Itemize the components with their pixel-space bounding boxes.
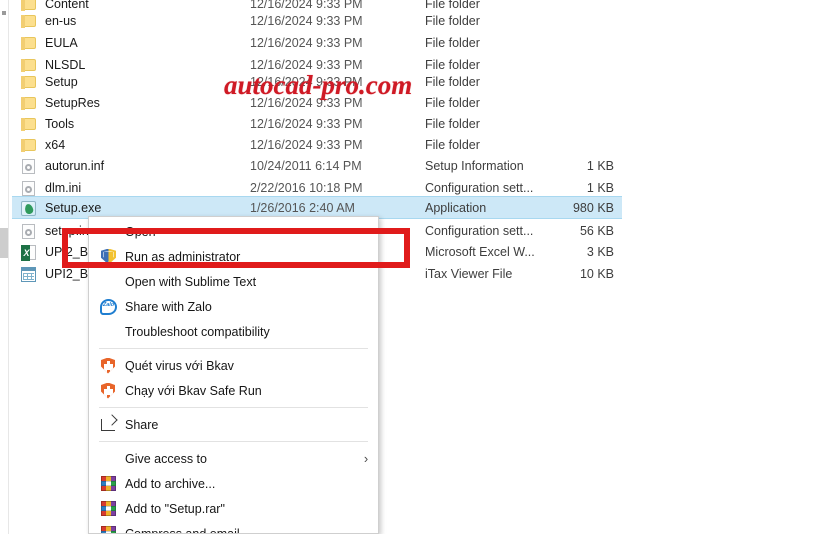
table-row[interactable]: SetupRes 12/16/2024 9:33 PM File folder bbox=[12, 91, 622, 114]
file-type: File folder bbox=[425, 74, 480, 89]
menu-item-quet-virus-voi-bkav[interactable]: Quét virus với Bkav bbox=[89, 353, 378, 378]
menu-item-share-with-zalo[interactable]: Share with Zalo bbox=[89, 294, 378, 319]
menu-item-label: Share with Zalo bbox=[125, 299, 212, 314]
menu-item-run-as-administrator[interactable]: Run as administrator bbox=[89, 244, 378, 269]
file-type: File folder bbox=[425, 13, 480, 28]
menu-item-label: Add to "Setup.rar" bbox=[125, 501, 225, 516]
file-type: Application bbox=[425, 200, 487, 215]
file-name: SetupRes bbox=[45, 95, 100, 110]
shield-icon bbox=[97, 248, 121, 266]
file-size: 3 KB bbox=[586, 244, 614, 259]
folder-icon bbox=[18, 12, 40, 30]
folder-icon bbox=[18, 94, 40, 112]
file-name: EULA bbox=[45, 35, 78, 50]
file-type: File folder bbox=[425, 116, 480, 131]
file-type: File folder bbox=[425, 137, 480, 152]
menu-separator bbox=[99, 407, 368, 408]
file-name: Tools bbox=[45, 116, 75, 131]
menu-item-open-with-sublime-text[interactable]: Open with Sublime Text bbox=[89, 269, 378, 294]
table-row[interactable]: Tools 12/16/2024 9:33 PM File folder bbox=[12, 112, 622, 135]
chevron-right-icon: › bbox=[363, 451, 369, 466]
menu-item-add-to-setup-rar[interactable]: Add to "Setup.rar" bbox=[89, 496, 378, 521]
no-icon bbox=[97, 223, 121, 241]
table-row[interactable]: autorun.inf 10/24/2011 6:14 PM Setup Inf… bbox=[12, 154, 622, 177]
file-size: 10 KB bbox=[579, 266, 614, 281]
file-date: 1/26/2016 2:40 AM bbox=[250, 200, 355, 215]
menu-item-label: Quét virus với Bkav bbox=[125, 358, 234, 373]
menu-item-label: Open with Sublime Text bbox=[125, 274, 257, 289]
scrollbar-thumb[interactable] bbox=[0, 228, 8, 258]
excel-file-icon bbox=[18, 243, 40, 261]
winrar-icon bbox=[97, 525, 121, 533]
menu-item-troubleshoot-compatibility[interactable]: Troubleshoot compatibility bbox=[89, 319, 378, 344]
file-date: 12/16/2024 9:33 PM bbox=[250, 74, 363, 89]
menu-item-label: Add to archive... bbox=[125, 476, 216, 491]
file-date: 12/16/2024 9:33 PM bbox=[250, 137, 363, 152]
file-type: Microsoft Excel W... bbox=[425, 244, 535, 259]
no-icon bbox=[97, 450, 121, 468]
context-menu[interactable]: Open Run as administrator Open with Subl… bbox=[88, 216, 379, 534]
file-size: 1 KB bbox=[586, 158, 614, 173]
inf-file-icon bbox=[18, 157, 40, 175]
file-name: autorun.inf bbox=[45, 158, 105, 173]
share-icon bbox=[97, 416, 121, 434]
table-row[interactable]: en-us 12/16/2024 9:33 PM File folder bbox=[12, 9, 622, 32]
table-row[interactable]: x64 12/16/2024 9:33 PM File folder bbox=[12, 133, 622, 156]
menu-item-label: Share bbox=[125, 417, 159, 432]
file-type: File folder bbox=[425, 35, 480, 50]
file-date: 2/22/2016 10:18 PM bbox=[250, 180, 363, 195]
file-name: Setup bbox=[45, 74, 78, 89]
file-size: 980 KB bbox=[572, 200, 614, 215]
zalo-icon bbox=[97, 298, 121, 316]
file-name: x64 bbox=[45, 137, 66, 152]
itax-file-icon bbox=[18, 265, 40, 283]
file-date: 12/16/2024 9:33 PM bbox=[250, 13, 363, 28]
ini-file-icon bbox=[18, 222, 40, 240]
file-name: dlm.ini bbox=[45, 180, 82, 195]
file-date: 12/16/2024 9:33 PM bbox=[250, 95, 363, 110]
file-type: Configuration sett... bbox=[425, 180, 534, 195]
file-name: Setup.exe bbox=[45, 200, 102, 215]
file-date: 12/16/2024 9:33 PM bbox=[250, 35, 363, 50]
menu-item-share[interactable]: Share bbox=[89, 412, 378, 437]
rail-tick-icon bbox=[2, 11, 6, 15]
file-type: Configuration sett... bbox=[425, 223, 534, 238]
folder-icon bbox=[18, 115, 40, 133]
file-date: 12/16/2024 9:33 PM bbox=[250, 116, 363, 131]
table-row[interactable]: EULA 12/16/2024 9:33 PM File folder bbox=[12, 31, 622, 54]
file-size: 56 KB bbox=[579, 223, 614, 238]
application-icon bbox=[18, 199, 40, 217]
bkav-icon bbox=[97, 382, 121, 400]
menu-separator bbox=[99, 348, 368, 349]
folder-icon bbox=[18, 34, 40, 52]
menu-item-label: Give access to bbox=[125, 451, 207, 466]
ini-file-icon bbox=[18, 179, 40, 197]
winrar-icon bbox=[97, 500, 121, 518]
no-icon bbox=[97, 273, 121, 291]
menu-item-label: Compress and email... bbox=[125, 526, 251, 534]
file-date: 10/24/2011 6:14 PM bbox=[250, 158, 362, 173]
winrar-icon bbox=[97, 475, 121, 493]
table-row[interactable]: Setup 12/16/2024 9:33 PM File folder bbox=[12, 70, 622, 93]
file-type: File folder bbox=[425, 95, 480, 110]
menu-item-label: Troubleshoot compatibility bbox=[125, 324, 270, 339]
menu-item-label: Run as administrator bbox=[125, 249, 241, 264]
file-type: iTax Viewer File bbox=[425, 266, 513, 281]
folder-icon bbox=[18, 73, 40, 91]
menu-item-add-to-archive[interactable]: Add to archive... bbox=[89, 471, 378, 496]
menu-item-compress-and-email[interactable]: Compress and email... bbox=[89, 521, 378, 534]
file-type: Setup Information bbox=[425, 158, 524, 173]
file-name: en-us bbox=[45, 13, 77, 28]
menu-item-label: Chạy với Bkav Safe Run bbox=[125, 383, 262, 398]
folder-icon bbox=[18, 136, 40, 154]
menu-separator bbox=[99, 441, 368, 442]
menu-item-chay-voi-bkav-safe-run[interactable]: Chạy với Bkav Safe Run bbox=[89, 378, 378, 403]
file-size: 1 KB bbox=[586, 180, 614, 195]
bkav-icon bbox=[97, 357, 121, 375]
menu-item-open[interactable]: Open bbox=[89, 219, 378, 244]
no-icon bbox=[97, 323, 121, 341]
menu-item-give-access-to[interactable]: Give access to › bbox=[89, 446, 378, 471]
scroll-rail[interactable] bbox=[0, 0, 9, 534]
menu-item-label: Open bbox=[125, 224, 156, 239]
